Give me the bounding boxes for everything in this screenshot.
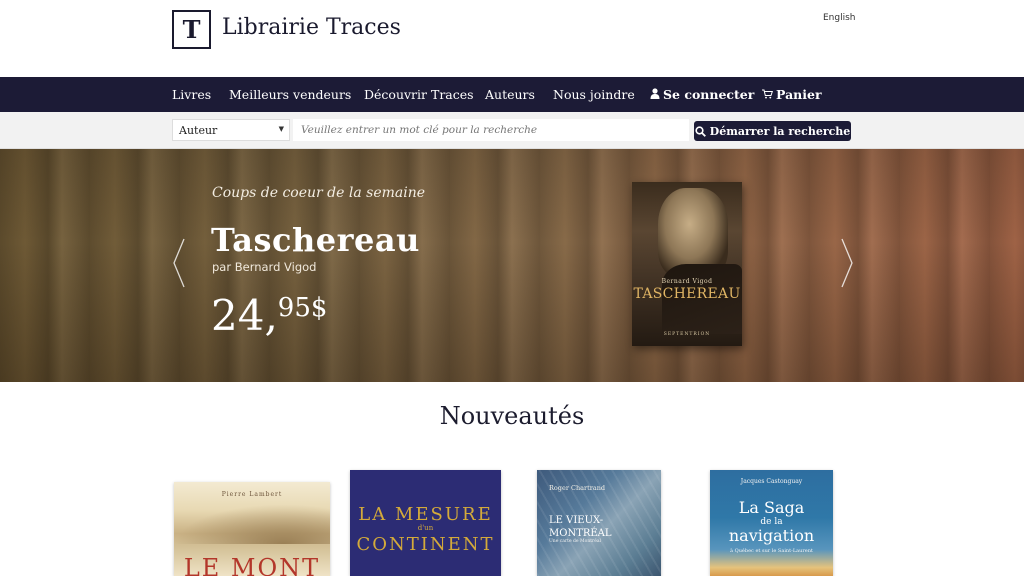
user-icon bbox=[650, 88, 660, 99]
hero-eyebrow: Coups de coeur de la semaine bbox=[212, 185, 426, 201]
cover-author: Roger Chartrand bbox=[549, 484, 606, 492]
cover-title-line-3: CONTINENT bbox=[356, 534, 495, 555]
search-bar: Auteur ▼ bbox=[0, 112, 1024, 149]
login-link[interactable]: Se connecter bbox=[650, 87, 754, 102]
hero-price: 24,95$ bbox=[211, 291, 327, 340]
nav-item-auteurs[interactable]: Auteurs bbox=[485, 87, 535, 102]
search-icon bbox=[695, 125, 706, 137]
carousel-prev-arrow-icon[interactable] bbox=[172, 237, 186, 289]
book-cover-title: TASCHEREAU bbox=[633, 286, 741, 302]
nav-item-livres[interactable]: Livres bbox=[172, 87, 211, 102]
search-filter-value: Auteur bbox=[179, 124, 218, 137]
cart-link[interactable]: Panier bbox=[762, 87, 822, 102]
search-button[interactable]: Démarrer la recherche bbox=[694, 121, 851, 141]
hero-book-title[interactable]: Taschereau bbox=[211, 221, 420, 259]
language-switch-link[interactable]: English bbox=[823, 13, 856, 23]
hero-book-author: par Bernard Vigod bbox=[212, 260, 317, 274]
cart-label: Panier bbox=[776, 87, 822, 102]
cover-author: Jacques Castonguay bbox=[740, 478, 803, 485]
site-header: T Librairie Traces English bbox=[0, 0, 1024, 77]
search-input[interactable] bbox=[293, 119, 689, 141]
caret-down-icon: ▼ bbox=[278, 125, 284, 133]
nav-item-decouvrir-traces[interactable]: Découvrir Traces bbox=[364, 87, 474, 102]
nav-item-meilleurs-vendeurs[interactable]: Meilleurs vendeurs bbox=[229, 87, 351, 102]
book-cover-la-saga-de-la-navigation[interactable]: Jacques Castonguay La Saga de la navigat… bbox=[710, 470, 833, 576]
cover-title: LE MONT bbox=[183, 554, 321, 576]
book-cover-le-mont[interactable]: Pierre Lambert LE MONT bbox=[174, 482, 330, 576]
cover-illustration bbox=[174, 504, 330, 544]
price-cents: 95$ bbox=[277, 293, 328, 323]
hero-carousel: Coups de coeur de la semaine Taschereau … bbox=[0, 149, 1024, 382]
book-cover-la-mesure-d-un-continent[interactable]: LA MESURE d'un CONTINENT bbox=[350, 470, 501, 576]
cover-author: Pierre Lambert bbox=[221, 491, 283, 498]
section-title-new-releases: Nouveautés bbox=[439, 402, 585, 430]
cover-title-line-2: d'un bbox=[417, 524, 434, 532]
cover-subtitle: à Québec et sur le Saint-Laurent bbox=[730, 548, 813, 554]
book-cover-publisher: SEPTENTRION bbox=[663, 332, 711, 337]
hero-background bbox=[0, 149, 1024, 382]
nav-item-nous-joindre[interactable]: Nous joindre bbox=[553, 87, 635, 102]
search-filter-select[interactable]: Auteur ▼ bbox=[172, 119, 290, 141]
logo-icon[interactable]: T bbox=[172, 10, 211, 49]
cover-title-line-1: LA MESURE bbox=[358, 504, 493, 525]
cover-subtitle: Une carte de Montréal bbox=[549, 539, 601, 544]
site-name[interactable]: Librairie Traces bbox=[222, 15, 401, 40]
book-cover-le-vieux-montreal[interactable]: Roger Chartrand LE VIEUX-MONTRÉAL Une ca… bbox=[537, 470, 661, 576]
main-nav: Livres Meilleurs vendeurs Découvrir Trac… bbox=[0, 77, 1024, 112]
login-label: Se connecter bbox=[663, 87, 755, 102]
book-cover-author: Bernard Vigod bbox=[661, 278, 713, 285]
cover-title: LE VIEUX-MONTRÉAL bbox=[549, 515, 612, 539]
hero-book-cover[interactable]: Bernard Vigod TASCHEREAU SEPTENTRION bbox=[632, 182, 742, 346]
cover-title-line-3: navigation bbox=[728, 526, 815, 545]
carousel-next-arrow-icon[interactable] bbox=[840, 237, 854, 289]
cart-icon bbox=[762, 89, 773, 99]
search-button-label: Démarrer la recherche bbox=[709, 124, 851, 138]
cover-title-line-1: La Saga bbox=[738, 498, 805, 517]
price-main: 24, bbox=[211, 291, 278, 340]
